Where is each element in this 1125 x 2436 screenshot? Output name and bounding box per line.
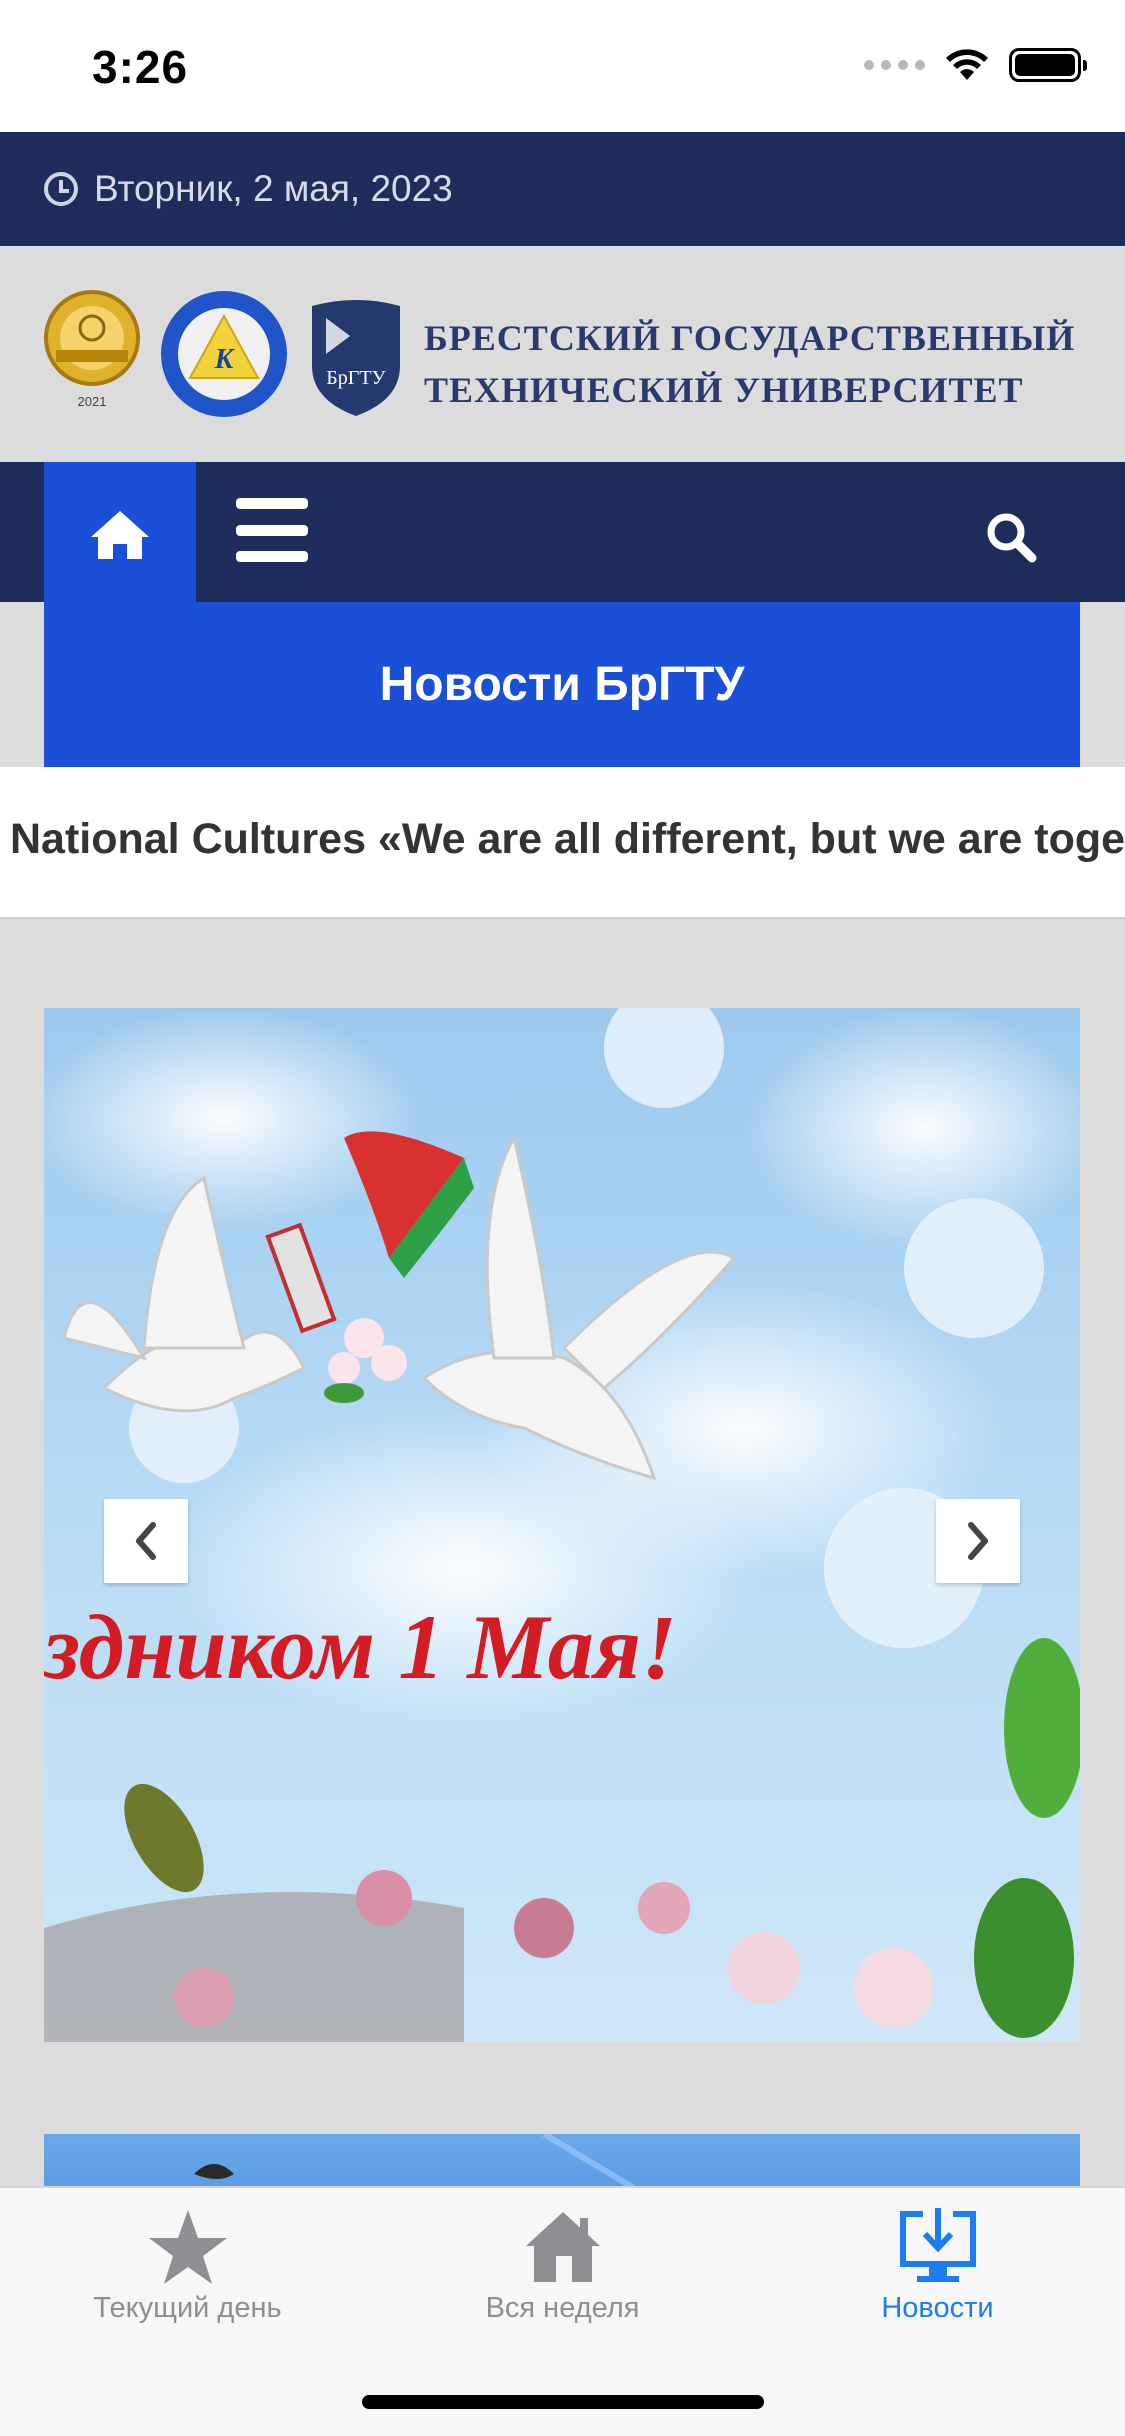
clock-icon	[44, 172, 78, 206]
home-indicator[interactable]	[362, 2395, 764, 2409]
tab-news[interactable]: Новости	[750, 2206, 1125, 2356]
status-indicators	[864, 48, 1087, 82]
award-year: 2021	[78, 394, 107, 409]
university-shield-logo: БрГТУ	[312, 300, 400, 416]
hamburger-icon-bar	[236, 498, 308, 509]
status-bar: 3:26	[0, 0, 1125, 132]
quality-award-logo: 2021	[44, 290, 140, 409]
slide-caption: здником 1 Мая!	[44, 1596, 677, 1698]
logo-banner[interactable]: 2021 K БрГТУ БРЕСТСКИЙ ГОСУДАРСТВЕННЫЙ Т…	[0, 246, 1125, 462]
tab-label: Вся неделя	[485, 2292, 640, 2324]
shield-abbreviation: БрГТУ	[326, 367, 386, 389]
app-screen: 3:26 Вторник, 2 мая, 2023 2021 K БрГТУ Б…	[0, 0, 1125, 2436]
page-title-block: Новости БрГТУ	[44, 602, 1080, 767]
ticker-text[interactable]: National Cultures «We are all different,…	[10, 815, 1125, 864]
page-title: Новости БрГТУ	[379, 658, 745, 711]
tab-label: Новости	[881, 2292, 994, 2324]
hamburger-icon-bar	[236, 551, 308, 562]
hamburger-menu-button[interactable]	[236, 498, 308, 562]
news-ticker[interactable]: National Cultures «We are all different,…	[0, 767, 1125, 919]
search-icon[interactable]	[980, 506, 1044, 570]
tab-label: Текущий день	[93, 2292, 282, 2324]
main-nav	[0, 462, 1125, 608]
download-monitor-icon	[899, 2208, 976, 2282]
home-icon	[91, 511, 149, 559]
date-bar: Вторник, 2 мая, 2023	[0, 132, 1125, 246]
news-slide-image[interactable]: здником 1 Мая!	[44, 1008, 1080, 2042]
slider-next-button[interactable]	[936, 1499, 1020, 1583]
tab-whole-week[interactable]: Вся неделя	[375, 2206, 750, 2356]
hamburger-icon-bar	[236, 524, 308, 536]
tab-current-day[interactable]: Текущий день	[0, 2206, 375, 2356]
battery-icon	[1009, 48, 1087, 82]
slider-prev-button[interactable]	[104, 1499, 188, 1583]
wifi-icon	[946, 49, 988, 80]
university-name-line1: БРЕСТСКИЙ ГОСУДАРСТВЕННЫЙ	[424, 318, 1076, 358]
house-icon	[525, 2212, 600, 2282]
star-icon	[148, 2210, 227, 2284]
cellular-signal-icon	[864, 60, 925, 70]
status-time: 3:26	[92, 41, 189, 93]
university-name: БРЕСТСКИЙ ГОСУДАРСТВЕННЫЙ ТЕХНИЧЕСКИЙ УН…	[424, 312, 1075, 416]
chevron-right-icon	[968, 1522, 988, 1560]
university-name-line2: ТЕХНИЧЕСКИЙ УНИВЕРСИТЕТ	[424, 370, 1024, 410]
award-letter: K	[214, 344, 236, 375]
holiday-greeting-image: здником 1 Мая!	[44, 1008, 1080, 2042]
regional-award-logo: K	[161, 291, 287, 417]
current-date: Вторник, 2 мая, 2023	[94, 168, 453, 209]
home-button[interactable]	[44, 462, 196, 608]
chevron-left-icon	[136, 1522, 156, 1560]
